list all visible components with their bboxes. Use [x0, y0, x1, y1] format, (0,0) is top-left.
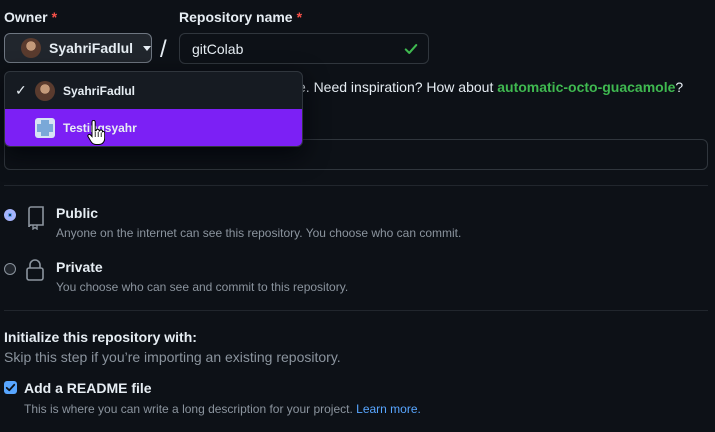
- repo-name-input[interactable]: gitColab: [179, 33, 429, 64]
- caret-down-icon: [143, 45, 152, 51]
- user-avatar: [21, 38, 41, 58]
- public-description: Anyone on the internet can see this repo…: [56, 226, 462, 240]
- checkmark-icon: [5, 383, 16, 392]
- inspiration-suffix: ?: [675, 79, 684, 95]
- repo-name-value: gitColab: [192, 40, 244, 57]
- required-mark: *: [296, 9, 303, 25]
- dropdown-item-testingsyahr[interactable]: Testingsyahr: [5, 109, 302, 146]
- hand-pointer-cursor-icon: [87, 120, 105, 145]
- private-title: Private: [56, 259, 103, 275]
- public-title: Public: [56, 205, 99, 221]
- readme-description: This is where you can write a long descr…: [24, 402, 421, 416]
- radio-private[interactable]: [4, 263, 16, 275]
- selected-check-icon: ✓: [15, 82, 27, 98]
- readme-description-text: This is where you can write a long descr…: [24, 402, 357, 416]
- readme-label[interactable]: Add a README file: [24, 380, 152, 396]
- user-avatar: [35, 80, 55, 101]
- visibility-public-radio[interactable]: [4, 209, 16, 221]
- owner-label-text: Owner: [4, 9, 48, 25]
- owner-dropdown-menu: ✓ SyahriFadlul Testingsyahr: [4, 71, 303, 147]
- owner-repo-separator: /: [160, 36, 167, 63]
- lock-icon: [26, 259, 44, 281]
- radio-public[interactable]: [4, 209, 16, 221]
- learn-more-link[interactable]: Learn more.: [356, 402, 421, 416]
- dropdown-item-label: SyahriFadlul: [63, 83, 136, 98]
- inspiration-prefix: e. Need inspiration? How about: [298, 79, 498, 95]
- repo-icon: [28, 206, 44, 230]
- owner-select-button[interactable]: SyahriFadlul: [4, 33, 152, 63]
- readme-checkbox[interactable]: [4, 381, 17, 394]
- owner-label: Owner *: [4, 9, 57, 25]
- divider: [4, 185, 708, 186]
- divider: [4, 310, 708, 311]
- dropdown-item-syahrifadlul[interactable]: ✓ SyahriFadlul: [5, 72, 302, 109]
- org-avatar: [35, 117, 55, 138]
- name-inspiration: e. Need inspiration? How about automatic…: [298, 79, 683, 95]
- initialize-title: Initialize this repository with:: [4, 329, 197, 345]
- owner-selected-name: SyahriFadlul: [49, 40, 134, 56]
- initialize-subtitle: Skip this step if you’re importing an ex…: [4, 349, 341, 365]
- visibility-private-radio[interactable]: [4, 263, 16, 275]
- check-icon: [404, 43, 418, 54]
- private-description: You choose who can see and commit to thi…: [56, 280, 349, 294]
- suggested-repo-name[interactable]: automatic-octo-guacamole: [497, 79, 675, 95]
- required-mark: *: [51, 9, 58, 25]
- repo-name-label-text: Repository name: [179, 9, 293, 25]
- repo-name-label: Repository name *: [179, 9, 302, 25]
